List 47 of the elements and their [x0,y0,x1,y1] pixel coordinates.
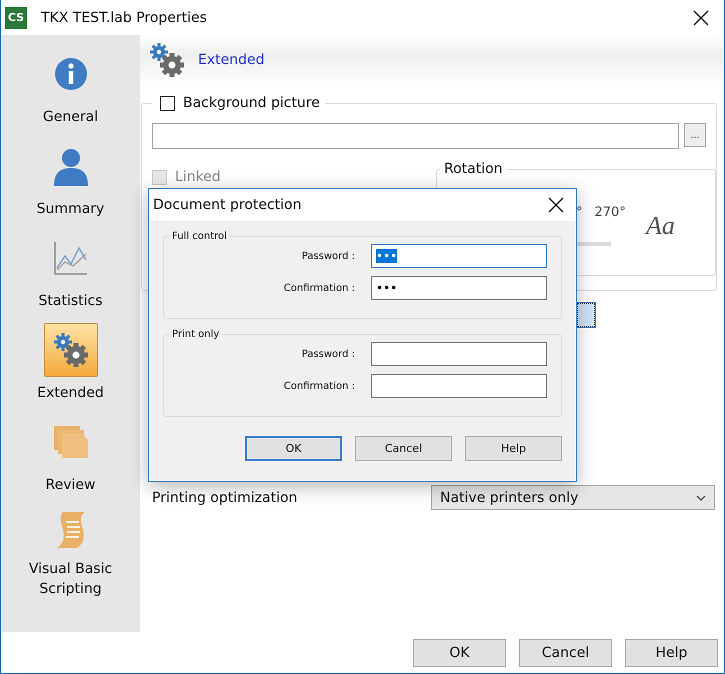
line-chart-icon [52,240,88,276]
info-icon [54,57,88,91]
rotation-option[interactable]: ° [576,205,582,220]
path-field[interactable] [152,123,679,149]
dialog-button[interactable]: OK [413,638,506,666]
password-field[interactable] [371,342,547,366]
checkbox-label: Linked [175,169,221,185]
dialog-button[interactable]: Help [465,436,562,461]
password-field[interactable]: ••• [371,276,547,300]
checkbox[interactable] [160,96,175,110]
focused-button[interactable] [577,303,595,327]
window-title: TKX TEST.lab Properties [41,10,208,26]
field-label: Password : [302,250,355,262]
dialog-title: Document protection [153,197,302,213]
close-icon[interactable] [548,197,564,213]
checkbox-label: Background picture [183,95,320,111]
group-title: Print only [171,329,220,340]
printing-optimization-dropdown[interactable]: Native printers only [431,485,715,510]
sidebar-item[interactable]: Statistics [6,231,136,323]
group-title: Rotation [443,161,504,177]
text-sample: Aa [646,211,675,241]
sidebar-item[interactable]: Review [6,415,136,507]
close-icon[interactable] [693,10,709,26]
field-label: Confirmation : [284,380,355,392]
sidebar-item[interactable]: Summary [6,139,136,231]
page-title: Extended [198,52,264,68]
browse-button[interactable]: ... [684,123,706,147]
group-title: Full control [171,231,228,242]
app-logo: CS [5,6,27,28]
chevron-icon [696,494,706,500]
rotation-option[interactable]: 270° [594,205,626,220]
sidebar-item[interactable]: Extended [6,323,136,415]
printing-optimization-label: Printing optimization [152,490,298,506]
password-field[interactable]: ••• [371,244,547,268]
sidebar-item[interactable]: Visual Basic Scripting [6,507,136,599]
field-label: Password : [302,348,355,360]
gears-icon [52,331,90,369]
gears-icon [148,41,186,79]
dialog-button[interactable]: OK [245,436,342,461]
sidebar-item[interactable]: General [6,47,136,139]
slider-track[interactable] [577,242,611,246]
dialog-button[interactable]: Cancel [519,638,612,666]
password-field[interactable] [371,374,547,398]
dialog-button[interactable]: Help [625,638,718,666]
field-label: Confirmation : [284,282,355,294]
dialog-button[interactable]: Cancel [355,436,452,461]
pages-icon [52,424,90,460]
